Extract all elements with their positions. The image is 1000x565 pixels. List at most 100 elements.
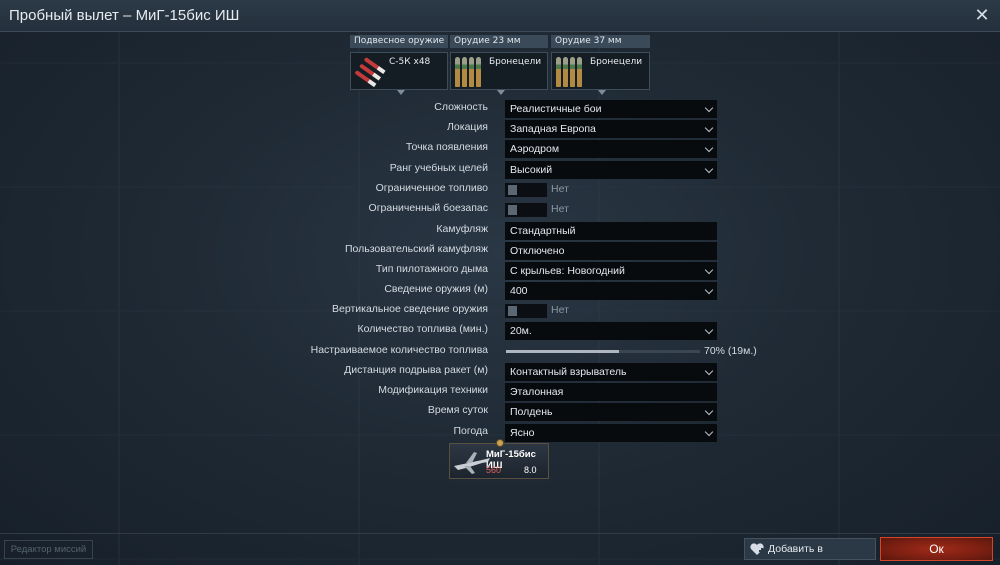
vehicle-battle-rating: 8.0: [524, 465, 537, 475]
toggle-knob: [508, 205, 517, 215]
setting-row-modification: Модификация техники Эталонная: [0, 383, 1000, 401]
toggle-value: Нет: [551, 203, 569, 215]
vertical-convergence-toggle[interactable]: [505, 304, 547, 318]
smoke-type-select[interactable]: С крыльев: Новогодний: [505, 262, 717, 280]
chevron-down-icon: [397, 90, 405, 95]
footer-divider: [0, 533, 1000, 534]
setting-label: Ограниченный боезапас: [368, 202, 488, 214]
limited-fuel-toggle[interactable]: [505, 183, 547, 197]
setting-label: Погода: [453, 425, 488, 437]
setting-label: Ранг учебных целей: [389, 162, 488, 174]
add-to-wishlist-button[interactable]: Добавить в желаемое: [744, 538, 876, 565]
toggle-knob: [508, 306, 517, 316]
chevron-down-icon: [704, 164, 714, 174]
limited-ammo-toggle[interactable]: [505, 203, 547, 217]
chevron-down-icon: [704, 265, 714, 275]
setting-label: Локация: [447, 121, 488, 133]
close-icon[interactable]: ✕: [972, 6, 992, 26]
setting-label: Модификация техники: [378, 384, 488, 396]
mission-editor-button[interactable]: Редактор миссий: [4, 540, 93, 559]
custom-camouflage-field[interactable]: Отключено: [505, 242, 717, 260]
select-value: Западная Европа: [510, 123, 596, 135]
ok-button[interactable]: Ок: [880, 537, 993, 561]
weapon-slot-header: Подвесное оружие: [350, 35, 448, 48]
weapon-slot-label: Бронецели: [489, 57, 542, 67]
toggle-knob: [508, 185, 517, 195]
setting-label: Тип пилотажного дыма: [375, 263, 488, 275]
fuel-slider[interactable]: [506, 350, 700, 353]
setting-label: Дистанция подрыва ракет (м): [344, 364, 488, 376]
setting-row-difficulty: Сложность Реалистичные бои: [0, 100, 1000, 118]
setting-label: Камуфляж: [436, 223, 488, 235]
setting-label: Ограниченное топливо: [375, 182, 488, 194]
select-value: 20м.: [510, 325, 532, 337]
modification-field[interactable]: Эталонная: [505, 383, 717, 401]
setting-label: Количество топлива (мин.): [357, 323, 488, 335]
setting-row-camo: Камуфляж Стандартный: [0, 222, 1000, 240]
rank-dot-icon: [496, 439, 504, 447]
field-value: Эталонная: [510, 386, 564, 398]
setting-row-rocket-fuse: Дистанция подрыва ракет (м) Контактный в…: [0, 363, 1000, 381]
setting-row-smoke: Тип пилотажного дыма С крыльев: Новогодн…: [0, 262, 1000, 280]
setting-row-convergence: Сведение оружия (м) 400: [0, 282, 1000, 300]
weapon-slot-label: С-5К x48: [389, 57, 431, 67]
fuel-amount-select[interactable]: 20м.: [505, 322, 717, 340]
toggle-value: Нет: [551, 304, 569, 316]
select-value: Высокий: [510, 164, 553, 176]
time-of-day-select[interactable]: Полдень: [505, 403, 717, 421]
spawn-point-select[interactable]: Аэродром: [505, 140, 717, 158]
select-value: Ясно: [510, 427, 535, 439]
slider-value: 70% (19м.): [704, 345, 757, 357]
field-value: Отключено: [510, 245, 565, 257]
rocket-fuse-select[interactable]: Контактный взрыватель: [505, 363, 717, 381]
chevron-down-icon: [704, 103, 714, 113]
title-bar: Пробный вылет – МиГ-15бис ИШ ✕: [0, 0, 1000, 32]
chevron-down-icon: [497, 90, 505, 95]
vehicle-card[interactable]: МиГ-15бис ИШ 560 8.0: [449, 439, 549, 479]
target-rank-select[interactable]: Высокий: [505, 161, 717, 179]
setting-row-limited-ammo: Ограниченный боезапас Нет: [0, 201, 1000, 219]
chevron-down-icon: [704, 427, 714, 437]
select-value: С крыльев: Новогодний: [510, 265, 625, 277]
vehicle-price: 560: [486, 465, 502, 475]
chevron-down-icon: [704, 123, 714, 133]
chevron-down-icon: [704, 285, 714, 295]
chevron-down-icon: [704, 406, 714, 416]
weapon-slot-header: Орудие 37 мм: [551, 35, 650, 48]
setting-row-target-rank: Ранг учебных целей Высокий: [0, 161, 1000, 179]
chevron-down-icon: [704, 325, 714, 335]
setting-label: Сведение оружия (м): [384, 283, 488, 295]
convergence-select[interactable]: 400: [505, 282, 717, 300]
setting-label: Вертикальное сведение оружия: [332, 303, 488, 315]
setting-row-fuel-amount: Количество топлива (мин.) 20м.: [0, 322, 1000, 340]
setting-row-limited-fuel: Ограниченное топливо Нет: [0, 181, 1000, 199]
location-select[interactable]: Западная Европа: [505, 120, 717, 138]
weapon-slot-cannon-37[interactable]: Бронецели: [551, 52, 650, 95]
weapon-slot-header: Орудие 23 мм: [450, 35, 548, 48]
field-value: Стандартный: [510, 225, 576, 237]
setting-row-spawn: Точка появления Аэродром: [0, 140, 1000, 158]
slider-fill: [506, 350, 619, 353]
camouflage-field[interactable]: Стандартный: [505, 222, 717, 240]
setting-row-custom-camo: Пользовательский камуфляж Отключено: [0, 242, 1000, 260]
weapon-slot-suspended[interactable]: С-5К x48: [350, 52, 448, 95]
heart-plus-icon: [750, 543, 765, 555]
setting-label: Сложность: [434, 101, 488, 113]
select-value: Контактный взрыватель: [510, 366, 627, 378]
setting-row-time: Время суток Полдень: [0, 403, 1000, 421]
chevron-down-icon: [704, 366, 714, 376]
setting-row-location: Локация Западная Европа: [0, 120, 1000, 138]
select-value: Аэродром: [510, 143, 560, 155]
window-title: Пробный вылет – МиГ-15бис ИШ: [9, 7, 240, 24]
setting-label: Точка появления: [405, 141, 488, 153]
shells-icon: [455, 57, 481, 87]
select-value: 400: [510, 285, 528, 297]
setting-row-vertical-convergence: Вертикальное сведение оружия Нет: [0, 302, 1000, 320]
shells-icon: [556, 57, 582, 87]
difficulty-select[interactable]: Реалистичные бои: [505, 100, 717, 118]
weapon-slot-cannon-23[interactable]: Бронецели: [450, 52, 548, 95]
weather-select[interactable]: Ясно: [505, 424, 717, 442]
chevron-down-icon: [598, 90, 606, 95]
setting-row-custom-fuel: Настраиваемое количество топлива 70% (19…: [0, 343, 1000, 361]
wishlist-label: Добавить в желаемое: [768, 543, 823, 565]
